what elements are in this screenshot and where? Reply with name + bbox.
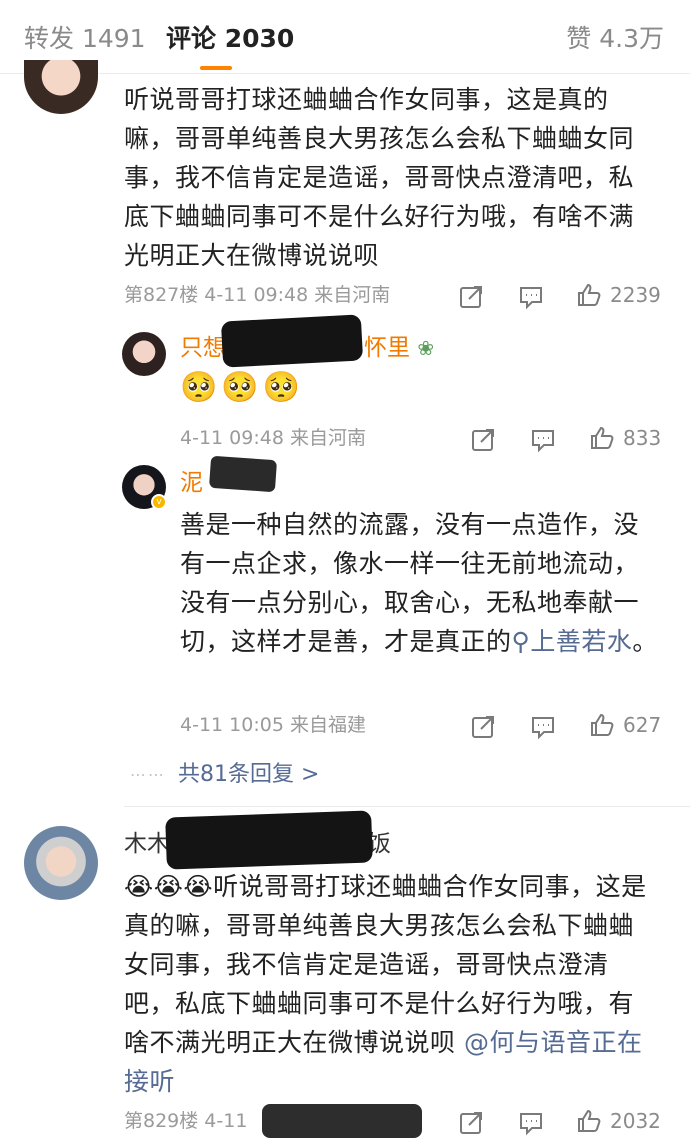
- like-count: 2239: [610, 283, 661, 307]
- verified-badge-icon: v: [151, 494, 167, 510]
- reply-meta: 4-11 09:48 来自河南: [180, 427, 366, 449]
- reply-meta: 4-11 10:05 来自福建: [180, 714, 366, 736]
- ellipsis-icon: ⋯⋯: [130, 765, 166, 784]
- comment-icon[interactable]: [530, 712, 556, 740]
- more-replies-link[interactable]: ⋯⋯ 共81条回复 >: [130, 760, 319, 790]
- username-suffix: 怀里: [364, 335, 410, 361]
- like-count: 627: [623, 713, 662, 737]
- like-count: 2032: [610, 1109, 661, 1133]
- tab-repost[interactable]: 转发 1491: [24, 22, 146, 56]
- more-replies-label: 共81条回复 >: [178, 762, 320, 787]
- share-icon[interactable]: [470, 712, 496, 740]
- comment-meta: 第829楼 4-11: [124, 1110, 248, 1132]
- share-icon[interactable]: [458, 1108, 484, 1136]
- comment-meta: 第827楼 4-11 09:48 来自河南: [124, 284, 391, 306]
- comment-text: 😭😭😭听说哥哥打球还蛐蛐合作女同事，这是真的嘛，哥哥单纯善良大男孩怎么会私下蛐蛐…: [124, 867, 658, 1101]
- thumbs-up-icon: [578, 1109, 601, 1132]
- comment-icon[interactable]: [530, 425, 556, 453]
- active-tab-indicator: [200, 66, 232, 70]
- redaction-mark: [262, 1104, 422, 1138]
- like-button[interactable]: 2032: [576, 1108, 661, 1134]
- like-button[interactable]: 627: [589, 712, 661, 738]
- avatar[interactable]: [122, 332, 166, 376]
- avatar[interactable]: [24, 826, 98, 900]
- lotus-icon: ❀: [417, 336, 435, 360]
- search-icon: ⚲: [511, 627, 531, 656]
- username-prefix: 泥: [180, 470, 203, 496]
- avatar[interactable]: [24, 60, 98, 114]
- comment-icon[interactable]: [518, 1108, 544, 1136]
- reply-emoji: 🥺🥺🥺: [180, 370, 305, 405]
- comment-icon[interactable]: [518, 282, 544, 310]
- redaction-mark: [165, 810, 373, 870]
- topic-label: 上善若水: [530, 627, 633, 656]
- redaction-mark: [220, 314, 364, 368]
- tab-like[interactable]: 赞 4.3万: [566, 22, 664, 56]
- comment-divider: [124, 806, 690, 807]
- thumbs-up-icon: [591, 713, 614, 736]
- like-count: 833: [623, 426, 662, 450]
- like-button[interactable]: 2239: [576, 282, 661, 308]
- reply-text: 善是一种自然的流露，没有一点造作，没有一点企求，像水一样一往无前地流动，没有一点…: [180, 505, 660, 661]
- redaction-mark: [208, 455, 278, 493]
- thumbs-up-icon: [591, 426, 614, 449]
- topic-link[interactable]: ⚲上善若水: [512, 627, 633, 656]
- comment-emoji: 😭😭😭: [124, 872, 214, 901]
- like-button[interactable]: 833: [589, 425, 661, 451]
- username-prefix: 木木: [124, 831, 170, 857]
- reply-text-end: 。: [632, 627, 658, 656]
- username-prefix: 只想: [180, 335, 226, 361]
- share-icon[interactable]: [470, 425, 496, 453]
- comment-tab-bar: 转发 1491 评论 2030 赞 4.3万: [0, 0, 690, 74]
- thumbs-up-icon: [578, 283, 601, 306]
- comment-text: 听说哥哥打球还蛐蛐合作女同事，这是真的嘛，哥哥单纯善良大男孩怎么会私下蛐蛐女同事…: [124, 85, 635, 270]
- tab-comment[interactable]: 评论 2030: [166, 22, 294, 56]
- share-icon[interactable]: [458, 282, 484, 310]
- reply-username[interactable]: 泥: [180, 467, 203, 499]
